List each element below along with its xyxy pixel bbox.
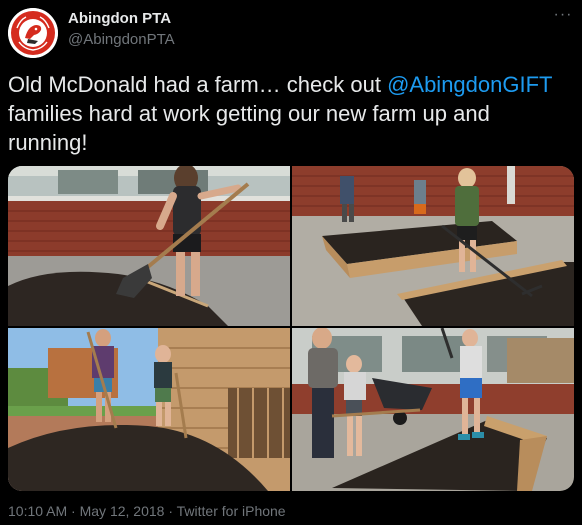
photo-2-image (292, 166, 574, 326)
avatar[interactable] (8, 8, 58, 58)
media-grid (8, 166, 574, 491)
avatar-logo-icon (8, 8, 58, 58)
photo-4[interactable] (292, 328, 574, 491)
photo-3[interactable] (8, 328, 290, 491)
author-handle[interactable]: @AbingdonPTA (68, 31, 175, 48)
tweet-text-start: Old McDonald had a farm… check out (8, 72, 388, 97)
tweet-source[interactable]: Twitter for iPhone (177, 503, 286, 519)
more-options-icon[interactable]: ··· (548, 6, 578, 30)
meta-separator: · (67, 503, 80, 519)
photo-4-image (292, 328, 574, 491)
tweet-text-end: families hard at work getting our new fa… (8, 101, 490, 155)
tweet-text: Old McDonald had a farm… check out @Abin… (8, 70, 574, 157)
tweet-meta: 10:10 AM · May 12, 2018 · Twitter for iP… (8, 503, 286, 519)
photo-2[interactable] (292, 166, 574, 326)
tweet-time[interactable]: 10:10 AM (8, 503, 67, 519)
photo-1[interactable] (8, 166, 290, 326)
photo-3-image (8, 328, 290, 491)
tweet: Abingdon PTA @AbingdonPTA ··· Old McDona… (0, 0, 582, 525)
meta-separator: · (164, 503, 177, 519)
author-name[interactable]: Abingdon PTA (68, 10, 171, 27)
mention-link[interactable]: @AbingdonGIFT (387, 72, 552, 97)
photo-1-image (8, 166, 290, 326)
tweet-date[interactable]: May 12, 2018 (80, 503, 165, 519)
